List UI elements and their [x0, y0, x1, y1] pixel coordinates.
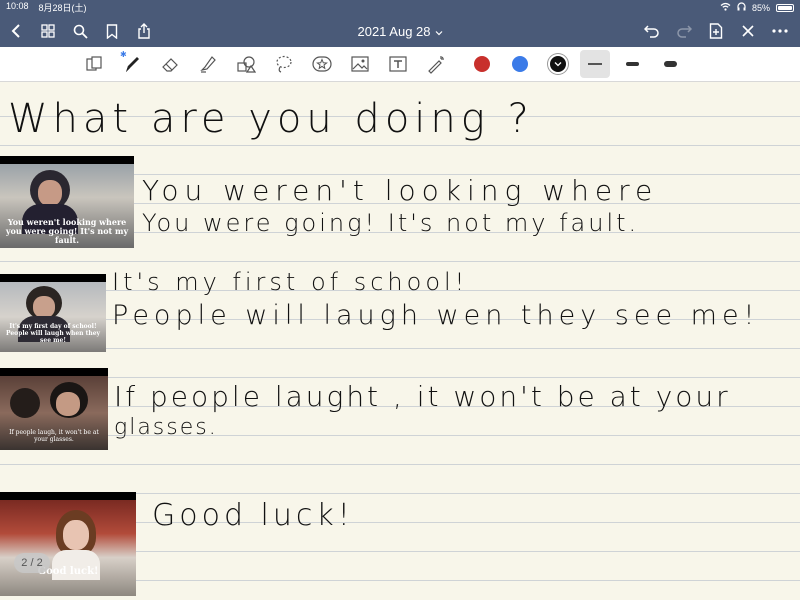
highlighter-tool[interactable] [192, 50, 224, 78]
document-title-text[interactable]: 2021 Aug 28 [357, 24, 430, 39]
stroke-medium-line [625, 62, 639, 66]
battery-percent: 85% [751, 2, 770, 13]
video-caption-2: It's my first day of school! People will… [5, 323, 101, 344]
color-swatch-blue [512, 56, 528, 72]
lasso-icon [276, 55, 292, 73]
eraser-tool[interactable] [154, 50, 186, 78]
bluetooth-icon: ✱ [120, 50, 127, 59]
highlighter-icon [200, 56, 216, 73]
eraser-icon [162, 58, 178, 72]
entry-4-line-1: Good luck! [152, 498, 354, 533]
status-bar: 10:08 8月28日(土) 85% [0, 0, 800, 15]
headphones-icon [737, 2, 746, 13]
battery-icon [776, 3, 794, 12]
stroke-thin[interactable] [580, 50, 610, 78]
navigation-bar: 2021 Aug 28 [0, 15, 800, 47]
drawing-toolbar: ✱ [0, 47, 800, 82]
read-only-toggle[interactable] [78, 50, 110, 78]
shapes-icon [237, 56, 256, 73]
video-caption-3: If people laugh, it won't be at your gla… [9, 429, 99, 443]
color-swatch-red [474, 56, 490, 72]
entry-2-line-2: People will laugh wen they see me! [112, 300, 760, 331]
color-black[interactable] [542, 50, 574, 78]
video-still-4[interactable]: Good luck! [0, 492, 136, 596]
image-icon [351, 56, 369, 72]
document-title[interactable]: 2021 Aug 28 [0, 24, 800, 39]
entry-2-line-1: It's my first of school! [112, 268, 469, 296]
text-tool[interactable] [382, 50, 414, 78]
status-time: 10:08 [6, 1, 29, 11]
star-icon [312, 56, 332, 72]
color-blue[interactable] [504, 50, 536, 78]
sticker-tool[interactable] [306, 50, 338, 78]
lasso-tool[interactable] [268, 50, 300, 78]
wifi-icon [720, 2, 731, 13]
color-red[interactable] [466, 50, 498, 78]
note-heading: What are you doing ? [8, 96, 534, 142]
laser-pointer-tool[interactable] [420, 50, 452, 78]
laser-pointer-icon [428, 56, 444, 74]
entry-3-line-1: If people laught , it won't be at your [114, 380, 731, 413]
video-still-3[interactable]: If people laugh, it won't be at your gla… [0, 368, 108, 450]
stroke-medium[interactable] [616, 50, 648, 78]
entry-1-line-1: You weren't looking where [142, 174, 659, 207]
stroke-thick[interactable] [654, 50, 686, 78]
image-tool[interactable] [344, 50, 376, 78]
page-indicator[interactable]: 2 / 2 [14, 553, 50, 573]
text-icon [389, 56, 407, 72]
stroke-thick-line [663, 61, 677, 67]
video-still-4-scene [0, 500, 136, 596]
color-swatch-black-selected [550, 56, 566, 72]
stroke-thin-line [588, 63, 602, 65]
entry-1-line-2: You were going! It's not my fault. [142, 209, 640, 237]
read-mode-icon [86, 56, 102, 71]
video-still-2[interactable]: It's my first day of school! People will… [0, 274, 106, 352]
status-date: 8月28日(土) [38, 3, 87, 13]
shapes-tool[interactable] [230, 50, 262, 78]
entry-3-line-2: glasses. [114, 415, 218, 440]
pen-tool[interactable]: ✱ [116, 50, 148, 78]
video-caption-1: You weren't looking where you were going… [5, 217, 129, 246]
video-still-1[interactable]: You weren't looking where you were going… [0, 156, 134, 248]
chevron-down-icon [554, 62, 562, 67]
note-page[interactable]: What are you doing ? You weren't looking… [0, 82, 800, 600]
chevron-down-icon[interactable] [435, 24, 443, 39]
